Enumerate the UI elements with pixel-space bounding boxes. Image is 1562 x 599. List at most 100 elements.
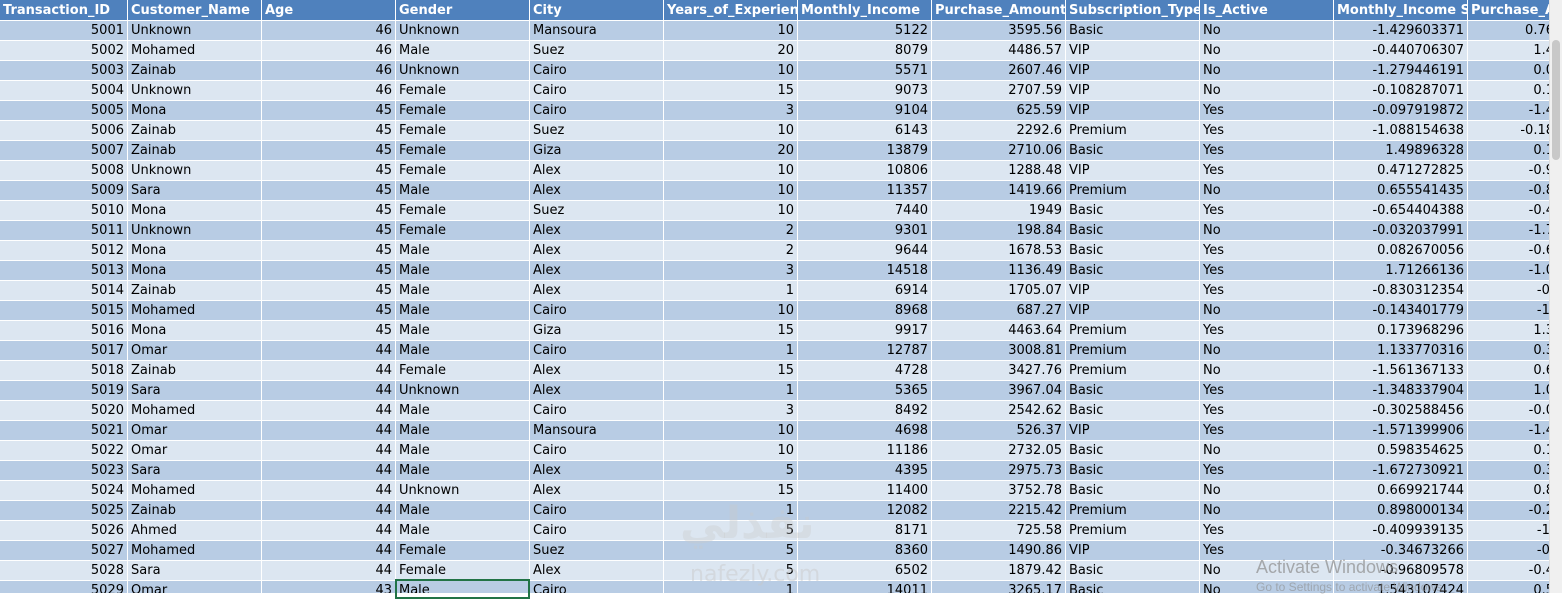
table-cell[interactable]: Alex xyxy=(530,281,664,301)
table-cell[interactable]: Basic xyxy=(1066,261,1200,281)
table-cell[interactable]: 5365 xyxy=(798,381,932,401)
table-cell[interactable]: 45 xyxy=(262,121,396,141)
table-cell[interactable]: 44 xyxy=(262,401,396,421)
table-cell[interactable]: -1.088154638 xyxy=(1334,121,1468,141)
table-cell[interactable]: 1.71266136 xyxy=(1334,261,1468,281)
table-cell[interactable]: Basic xyxy=(1066,481,1200,501)
table-cell[interactable]: 1288.48 xyxy=(932,161,1066,181)
table-cell[interactable]: 0.8 xyxy=(1468,481,1558,501)
table-cell[interactable]: -0.409939135 xyxy=(1334,521,1468,541)
table-cell[interactable]: 5015 xyxy=(0,301,128,321)
table-cell[interactable]: Mona xyxy=(128,321,262,341)
table-cell[interactable]: 5 xyxy=(664,461,798,481)
column-header-gender[interactable]: Gender xyxy=(396,0,530,21)
table-cell[interactable]: VIP xyxy=(1066,41,1200,61)
table-cell[interactable]: Basic xyxy=(1066,241,1200,261)
table-cell[interactable]: 10 xyxy=(664,121,798,141)
table-cell[interactable]: Omar xyxy=(128,581,262,593)
table-cell[interactable]: Alex xyxy=(530,481,664,501)
table-cell[interactable]: 10 xyxy=(664,421,798,441)
table-cell[interactable]: Cairo xyxy=(530,301,664,321)
table-cell[interactable]: Female xyxy=(396,141,530,161)
table-cell[interactable]: 1 xyxy=(664,281,798,301)
column-header-age[interactable]: Age xyxy=(262,0,396,21)
table-cell[interactable]: Female xyxy=(396,221,530,241)
table-cell[interactable]: 45 xyxy=(262,141,396,161)
table-cell[interactable]: 1705.07 xyxy=(932,281,1066,301)
table-cell[interactable]: 0.669921744 xyxy=(1334,481,1468,501)
table-cell[interactable]: 1949 xyxy=(932,201,1066,221)
table-cell[interactable]: 7440 xyxy=(798,201,932,221)
table-cell[interactable]: -0.097919872 xyxy=(1334,101,1468,121)
table-cell[interactable]: Mohamed xyxy=(128,401,262,421)
table-cell[interactable]: 5001 xyxy=(0,21,128,41)
table-cell[interactable]: 198.84 xyxy=(932,221,1066,241)
table-cell[interactable]: Mansoura xyxy=(530,21,664,41)
table-cell[interactable]: -1.7 xyxy=(1468,221,1558,241)
table-cell[interactable]: 44 xyxy=(262,521,396,541)
table-cell[interactable]: 44 xyxy=(262,441,396,461)
column-header-monthly-income[interactable]: Monthly_Income xyxy=(798,0,932,21)
table-cell[interactable]: Yes xyxy=(1200,101,1334,121)
table-cell[interactable]: -0.4 xyxy=(1468,201,1558,221)
table-cell[interactable]: Cairo xyxy=(530,81,664,101)
table-cell[interactable]: 10806 xyxy=(798,161,932,181)
table-cell[interactable]: Omar xyxy=(128,341,262,361)
table-cell[interactable]: Basic xyxy=(1066,221,1200,241)
table-cell[interactable]: 5020 xyxy=(0,401,128,421)
table-cell[interactable]: Basic xyxy=(1066,441,1200,461)
table-cell[interactable]: 725.58 xyxy=(932,521,1066,541)
table-cell[interactable]: 11186 xyxy=(798,441,932,461)
table-cell[interactable]: 2710.06 xyxy=(932,141,1066,161)
table-cell[interactable]: Unknown xyxy=(396,61,530,81)
table-cell[interactable]: 45 xyxy=(262,321,396,341)
table-cell[interactable]: Cairo xyxy=(530,441,664,461)
table-cell[interactable]: Basic xyxy=(1066,141,1200,161)
table-cell[interactable]: 8968 xyxy=(798,301,932,321)
table-cell[interactable]: Female xyxy=(396,201,530,221)
table-cell[interactable]: Zainab xyxy=(128,281,262,301)
table-cell[interactable]: 6914 xyxy=(798,281,932,301)
table-cell[interactable]: Mohamed xyxy=(128,541,262,561)
table-cell[interactable]: 8171 xyxy=(798,521,932,541)
table-cell[interactable]: 5009 xyxy=(0,181,128,201)
table-cell[interactable]: Male xyxy=(396,461,530,481)
table-cell[interactable]: Yes xyxy=(1200,381,1334,401)
table-cell[interactable]: Suez xyxy=(530,201,664,221)
table-cell[interactable]: Mona xyxy=(128,201,262,221)
table-cell[interactable]: Sara xyxy=(128,381,262,401)
table-cell[interactable]: 0.6 xyxy=(1468,361,1558,381)
table-cell[interactable]: 3427.76 xyxy=(932,361,1066,381)
column-header-is-active[interactable]: Is_Active xyxy=(1200,0,1334,21)
table-cell[interactable]: 9104 xyxy=(798,101,932,121)
table-cell[interactable]: 687.27 xyxy=(932,301,1066,321)
table-cell[interactable]: 5003 xyxy=(0,61,128,81)
table-cell[interactable]: -0.830312354 xyxy=(1334,281,1468,301)
table-cell[interactable]: Premium xyxy=(1066,181,1200,201)
table-cell[interactable]: 9917 xyxy=(798,321,932,341)
table-cell[interactable]: VIP xyxy=(1066,301,1200,321)
column-header-years-of-experience[interactable]: Years_of_Experience xyxy=(664,0,798,21)
table-cell[interactable]: 6143 xyxy=(798,121,932,141)
table-cell[interactable]: Yes xyxy=(1200,141,1334,161)
table-cell[interactable]: 5008 xyxy=(0,161,128,181)
table-cell[interactable]: Unknown xyxy=(396,21,530,41)
table-cell[interactable]: 8079 xyxy=(798,41,932,61)
table-cell[interactable]: -0. xyxy=(1468,281,1558,301)
table-cell[interactable]: No xyxy=(1200,361,1334,381)
table-cell[interactable]: Mona xyxy=(128,261,262,281)
table-cell[interactable]: Male xyxy=(396,301,530,321)
table-cell[interactable]: 5027 xyxy=(0,541,128,561)
table-cell[interactable]: 3 xyxy=(664,261,798,281)
table-cell[interactable]: Basic xyxy=(1066,381,1200,401)
table-cell[interactable]: 15 xyxy=(664,361,798,381)
table-cell[interactable]: 5021 xyxy=(0,421,128,441)
table-cell[interactable]: Unknown xyxy=(128,161,262,181)
table-cell[interactable]: No xyxy=(1200,81,1334,101)
table-cell[interactable]: 1879.42 xyxy=(932,561,1066,581)
table-cell[interactable]: -1.0 xyxy=(1468,261,1558,281)
table-cell[interactable]: 3008.81 xyxy=(932,341,1066,361)
table-cell[interactable]: -0.4 xyxy=(1468,561,1558,581)
table-cell[interactable]: 1678.53 xyxy=(932,241,1066,261)
table-cell[interactable]: Suez xyxy=(530,121,664,141)
